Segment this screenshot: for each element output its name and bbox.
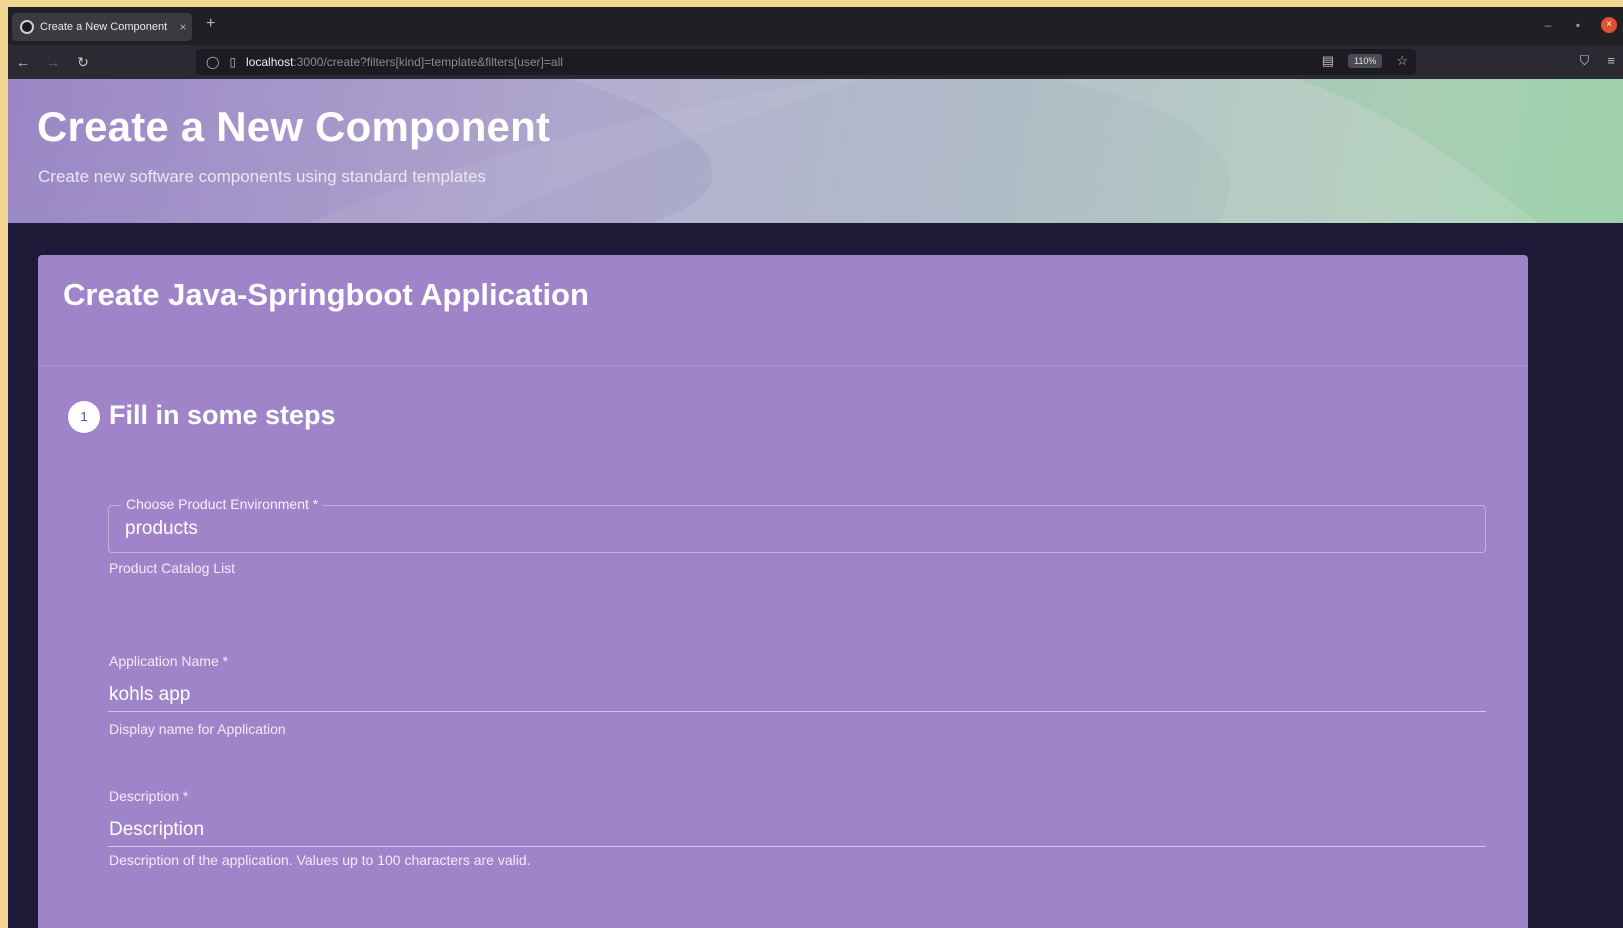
close-window-icon[interactable]: × xyxy=(1601,17,1617,33)
pocket-icon[interactable]: ⛉ xyxy=(1580,53,1590,69)
tab-title: Create a New Component xyxy=(40,21,168,33)
hamburger-menu-icon[interactable]: ≡ xyxy=(1607,53,1615,69)
tab-strip: Create a New Component × + – ▪ × xyxy=(8,7,1623,45)
product-environment-label: Choose Product Environment * xyxy=(121,496,324,512)
description-label: Description * xyxy=(109,788,189,804)
browser-window: Create a New Component × + – ▪ × ← → ↻ ◯… xyxy=(8,7,1623,928)
forward-arrow-icon[interactable]: → xyxy=(38,54,68,70)
url-actions: ▤ 110% ☆ xyxy=(1322,53,1408,69)
star-icon[interactable]: ☆ xyxy=(1396,53,1408,69)
favicon-icon xyxy=(20,20,34,34)
template-form-card: Create Java-Springboot Application 1 Fil… xyxy=(38,255,1528,928)
stepper-step[interactable]: 1 Fill in some steps xyxy=(68,397,336,433)
url-path: :3000/create?filters[kind]=template&filt… xyxy=(293,55,563,69)
browser-tab[interactable]: Create a New Component × xyxy=(12,13,192,41)
maximize-icon[interactable]: ▪ xyxy=(1571,18,1585,32)
header-wave-decoration xyxy=(308,79,1623,223)
reader-view-icon[interactable]: ▤ xyxy=(1322,53,1334,69)
page-content: Create a New Component Create new softwa… xyxy=(8,79,1623,928)
page-title: Create a New Component xyxy=(37,103,551,150)
page-subtitle: Create new software components using sta… xyxy=(38,167,486,186)
application-name-label: Application Name * xyxy=(109,653,229,669)
description-helper: Description of the application. Values u… xyxy=(109,852,531,868)
back-arrow-icon[interactable]: ← xyxy=(8,54,38,70)
application-name-helper: Display name for Application xyxy=(109,721,286,737)
application-name-input[interactable] xyxy=(108,678,1486,712)
description-input[interactable] xyxy=(108,813,1486,847)
reload-icon[interactable]: ↻ xyxy=(68,54,98,71)
card-header: Create Java-Springboot Application xyxy=(38,255,1528,366)
new-tab-button[interactable]: + xyxy=(206,15,215,33)
card-title: Create Java-Springboot Application xyxy=(63,277,589,312)
page-header-banner: Create a New Component Create new softwa… xyxy=(8,79,1623,223)
step-number-badge: 1 xyxy=(68,401,100,433)
page-icon[interactable]: ▯ xyxy=(229,55,236,69)
shield-icon[interactable]: ◯ xyxy=(206,55,219,69)
minimize-icon[interactable]: – xyxy=(1541,18,1555,32)
url-host: localhost xyxy=(246,55,294,69)
product-environment-value: products xyxy=(125,518,198,539)
navigation-bar: ← → ↻ ◯ ▯ localhost :3000/create?filters… xyxy=(8,45,1623,79)
zoom-level-badge[interactable]: 110% xyxy=(1347,54,1383,68)
toolbar-right: ⛉ ≡ xyxy=(1580,53,1615,69)
product-environment-helper: Product Catalog List xyxy=(109,560,236,576)
url-bar[interactable]: ◯ ▯ localhost :3000/create?filters[kind]… xyxy=(196,49,1416,75)
window-controls: – ▪ × xyxy=(1541,17,1617,33)
product-environment-select[interactable]: Choose Product Environment * products xyxy=(108,496,1486,553)
tab-close-icon[interactable]: × xyxy=(174,20,192,34)
step-label: Fill in some steps xyxy=(109,399,336,430)
